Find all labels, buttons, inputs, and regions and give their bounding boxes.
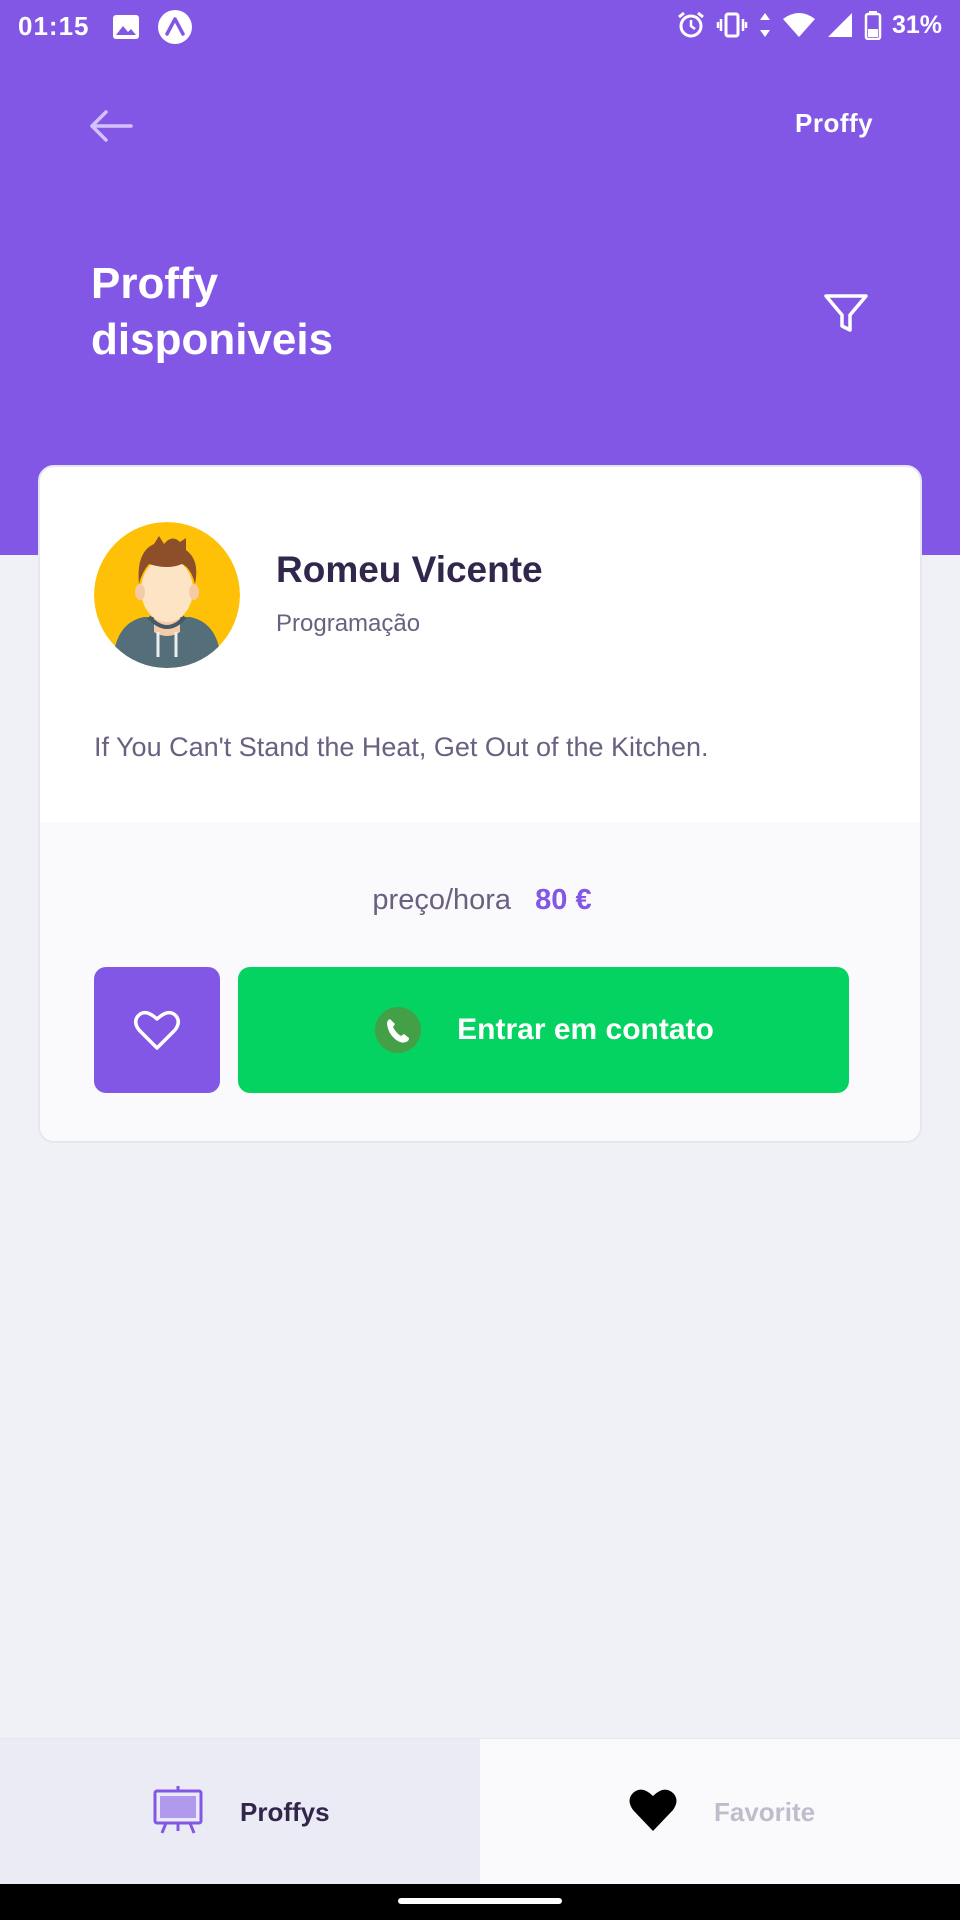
teacher-name: Romeu Vicente xyxy=(276,549,543,590)
filter-icon xyxy=(824,294,868,332)
teacher-card: Romeu Vicente Programação If You Can't S… xyxy=(38,465,922,1143)
price-row: preço/hora 80 € xyxy=(40,884,920,917)
back-button[interactable] xyxy=(86,106,136,146)
data-arrows-icon xyxy=(759,13,770,37)
gallery-icon xyxy=(112,14,140,47)
heart-filled-icon xyxy=(628,1787,678,1838)
vibrate-icon xyxy=(716,12,748,38)
heart-outline-icon xyxy=(134,1010,180,1050)
page-title-line2: disponiveis xyxy=(91,315,334,364)
card-footer: preço/hora 80 € Entrar em contato xyxy=(40,822,920,1141)
price-label: preço/hora xyxy=(372,884,512,916)
home-gesture-pill[interactable] xyxy=(398,1898,562,1904)
teacher-subject: Programação xyxy=(276,610,421,637)
teacher-bio: If You Can't Stand the Heat, Get Out of … xyxy=(94,732,709,762)
expo-icon xyxy=(158,10,192,44)
status-bar: 01:15 31% xyxy=(0,0,960,56)
battery-percentage: 31% xyxy=(891,10,942,39)
battery-icon xyxy=(864,11,882,40)
easel-icon xyxy=(152,1785,204,1840)
contact-button[interactable]: Entrar em contato xyxy=(238,967,849,1093)
signal-icon xyxy=(827,13,852,37)
tab-bar: Proffys Favorite xyxy=(0,1738,960,1885)
status-time: 01:15 xyxy=(18,11,90,41)
tab-proffys[interactable]: Proffys xyxy=(0,1739,480,1885)
tab-favorite[interactable]: Favorite xyxy=(480,1739,960,1885)
tab-proffys-label: Proffys xyxy=(240,1796,330,1827)
system-nav-bar xyxy=(0,1884,960,1920)
page-title-line1: Proffy xyxy=(91,259,219,308)
tab-favorite-label: Favorite xyxy=(714,1796,816,1827)
whatsapp-icon xyxy=(375,1007,422,1053)
status-icons: 31% xyxy=(676,10,942,40)
alarm-icon xyxy=(678,11,704,38)
page-title: Proffy disponiveis xyxy=(91,256,511,368)
filter-button[interactable] xyxy=(822,290,870,338)
arrow-left-icon xyxy=(90,110,133,142)
proffy-logo: Proffy xyxy=(795,108,874,138)
avatar xyxy=(94,522,240,668)
contact-label: Entrar em contato xyxy=(457,1013,714,1046)
favorite-button[interactable] xyxy=(94,967,220,1093)
price-value: 80 € xyxy=(535,884,592,916)
wifi-icon xyxy=(782,13,815,37)
